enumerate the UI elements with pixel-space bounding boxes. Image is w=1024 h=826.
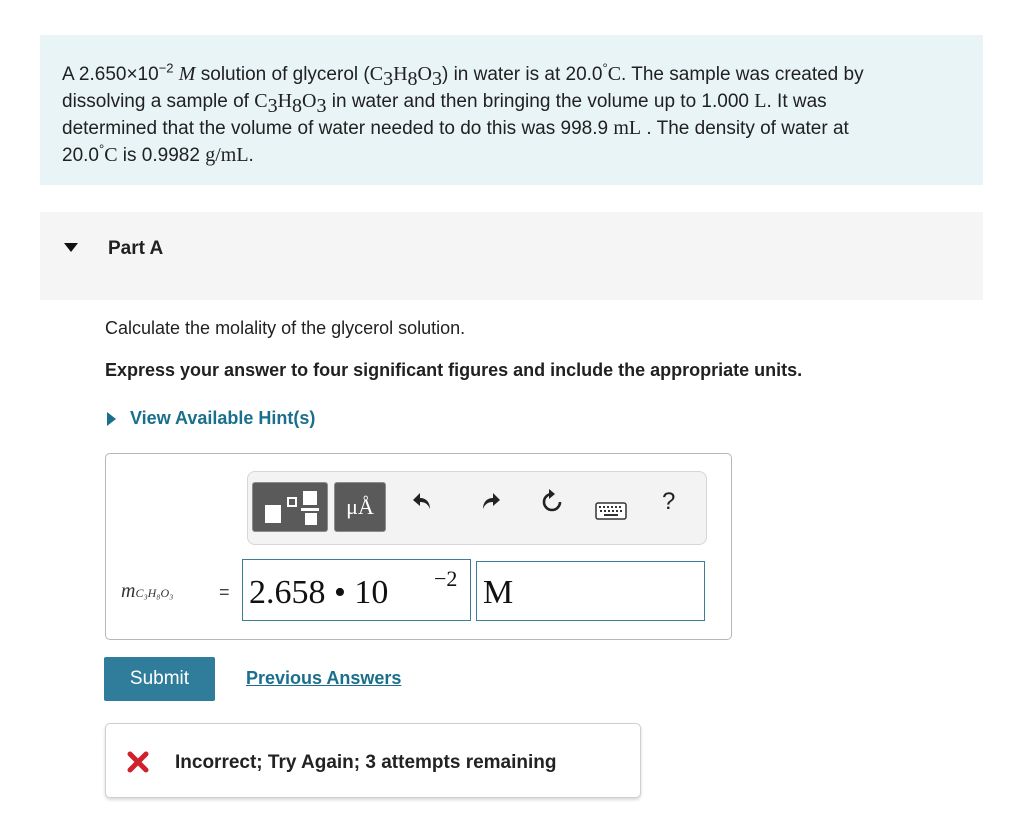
feedback-box: Incorrect; Try Again; 3 attempts remaini… <box>105 723 641 798</box>
answer-exponent: −2 <box>434 566 458 591</box>
redo-icon[interactable] <box>480 490 502 512</box>
math-toolbar: μÅ ? <box>247 471 707 545</box>
problem-line-2: dissolving a sample of C3H8O3 in water a… <box>62 90 827 117</box>
units-button[interactable]: μÅ <box>334 482 386 532</box>
answer-value-input[interactable]: 2.658 • 10 −2 <box>242 559 471 621</box>
answer-variable-label: mC₃H₈O₃ <box>121 580 174 602</box>
problem-statement: A 2.650×10−2 M solution of glycerol (C3H… <box>40 35 983 185</box>
problem-line-1: A 2.650×10−2 M solution of glycerol (C3H… <box>62 60 864 90</box>
keyboard-icon[interactable] <box>595 502 627 520</box>
problem-line-3: determined that the volume of water need… <box>62 117 849 139</box>
part-a-header[interactable] <box>40 212 983 300</box>
help-icon[interactable]: ? <box>662 488 675 516</box>
problem-line-4: 20.0°C is 0.9982 g/mL. <box>62 141 254 166</box>
collapse-caret-icon[interactable] <box>64 243 78 252</box>
reset-icon[interactable] <box>540 488 564 514</box>
part-title: Part A <box>108 238 164 259</box>
answer-value-text: 2.658 • 10 <box>249 574 389 611</box>
submit-button[interactable]: Submit <box>104 657 215 701</box>
view-hints-link[interactable]: View Available Hint(s) <box>107 408 315 429</box>
question-text: Calculate the molality of the glycerol s… <box>105 318 466 338</box>
view-hints-label: View Available Hint(s) <box>130 408 316 428</box>
answer-unit-input[interactable]: M <box>476 561 705 621</box>
instruction-text: Express your answer to four significant … <box>105 360 803 380</box>
expand-caret-icon <box>107 411 116 426</box>
answer-unit-text: M <box>483 574 514 611</box>
equals-sign: = <box>219 582 230 602</box>
feedback-message: Incorrect; Try Again; 3 attempts remaini… <box>175 752 557 773</box>
undo-icon[interactable] <box>411 490 433 512</box>
incorrect-x-icon <box>127 751 149 773</box>
previous-answers-link[interactable]: Previous Answers <box>246 668 401 689</box>
templates-button[interactable] <box>252 482 328 532</box>
